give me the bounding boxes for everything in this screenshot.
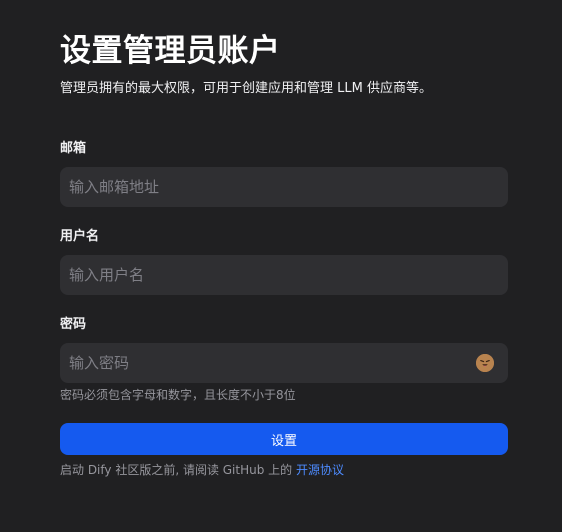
email-input[interactable] xyxy=(60,167,508,207)
password-field-container xyxy=(60,343,508,383)
email-label: 邮箱 xyxy=(60,141,87,156)
eye-toggle-icon[interactable] xyxy=(476,354,494,372)
email-field-container xyxy=(60,167,508,207)
open-source-license-link[interactable]: 开源协议 xyxy=(296,463,344,477)
username-label: 用户名 xyxy=(60,229,100,244)
username-input[interactable] xyxy=(60,255,508,295)
license-notice: 启动 Dify 社区版之前, 请阅读 GitHub 上的 开源协议 xyxy=(60,461,344,479)
password-label: 密码 xyxy=(60,317,87,332)
setup-page: 设置管理员账户 管理员拥有的最大权限，可用于创建应用和管理 LLM 供应商等。 … xyxy=(0,0,562,532)
page-title: 设置管理员账户 xyxy=(60,33,281,69)
password-input[interactable] xyxy=(60,343,508,383)
password-hint: 密码必须包含字母和数字，且长度不小于8位 xyxy=(60,388,296,402)
setup-submit-button[interactable]: 设置 xyxy=(60,423,508,455)
page-subtitle: 管理员拥有的最大权限，可用于创建应用和管理 LLM 供应商等。 xyxy=(60,81,432,96)
username-field-container xyxy=(60,255,508,295)
license-notice-text: 启动 Dify 社区版之前, 请阅读 GitHub 上的 xyxy=(60,463,296,477)
